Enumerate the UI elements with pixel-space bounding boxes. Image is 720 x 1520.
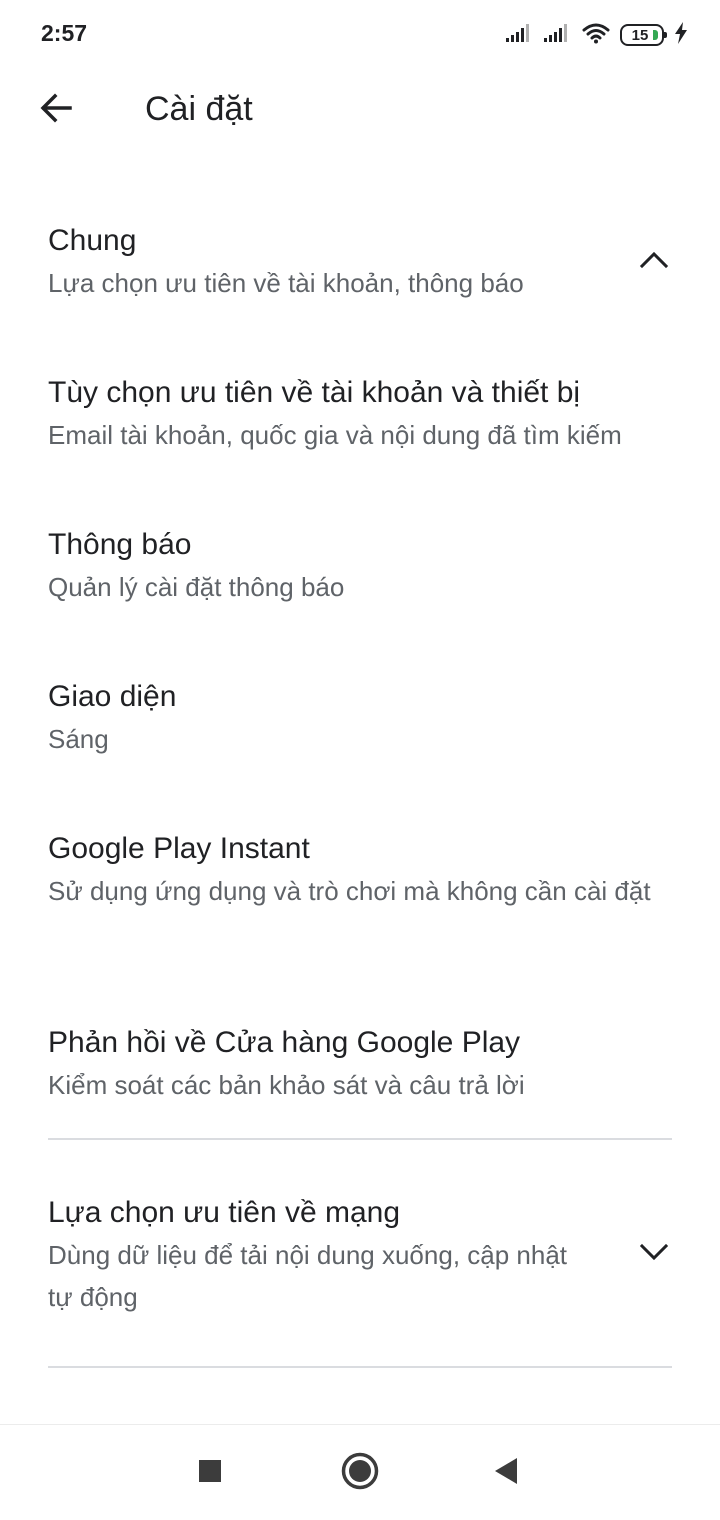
chevron-up-icon[interactable] — [638, 244, 670, 276]
section-title: Lựa chọn ưu tiên về mạng — [48, 1196, 401, 1229]
battery-icon: 15 — [620, 24, 667, 46]
item-subtitle: Sử dụng ứng dụng và trò chơi mà không cầ… — [48, 876, 651, 906]
status-bar: 2:57 15 — [0, 0, 720, 70]
page-title: Cài đặt — [145, 90, 253, 128]
item-title: Google Play Instant — [48, 832, 310, 865]
list-item-feedback[interactable]: Phản hồi về Cửa hàng Google Play Kiểm so… — [0, 1002, 720, 1138]
list-item-notifications[interactable]: Thông báo Quản lý cài đặt thông báo — [0, 504, 720, 656]
signal-icon — [506, 23, 534, 48]
battery-cap — [664, 32, 667, 38]
section-title: Chung — [48, 224, 137, 257]
triangle-back-icon — [493, 1456, 519, 1491]
system-nav-bar — [0, 1424, 720, 1520]
item-subtitle: Sáng — [48, 724, 109, 754]
status-icons: 15 — [506, 21, 688, 49]
item-title: Phản hồi về Cửa hàng Google Play — [48, 1026, 521, 1059]
app-bar: Cài đặt — [0, 70, 720, 150]
back-button[interactable] — [28, 82, 84, 138]
settings-screen: 2:57 15 Cài đặt Chung Lựa chọn ưu tiên v… — [0, 0, 720, 1520]
list-item-account-device[interactable]: Tùy chọn ưu tiên về tài khoản và thiết b… — [0, 352, 720, 504]
home-button[interactable] — [336, 1449, 384, 1497]
settings-list: Chung Lựa chọn ưu tiên về tài khoản, thô… — [0, 200, 720, 1368]
section-subtitle: Lựa chọn ưu tiên về tài khoản, thông báo — [48, 268, 524, 298]
signal-icon — [544, 23, 572, 48]
battery-level: 15 — [631, 26, 649, 44]
item-title: Giao diện — [48, 680, 177, 713]
status-time: 2:57 — [41, 20, 88, 46]
section-subtitle: Dùng dữ liệu để tải nội dung xuống, cập … — [48, 1240, 568, 1312]
arrow-back-icon — [38, 90, 74, 131]
item-subtitle: Quản lý cài đặt thông báo — [48, 572, 345, 602]
square-icon — [198, 1459, 222, 1488]
circle-icon — [340, 1451, 380, 1496]
charging-icon — [674, 21, 688, 49]
wifi-icon — [582, 22, 610, 49]
chevron-down-icon[interactable] — [638, 1236, 670, 1268]
divider — [48, 1366, 672, 1368]
section-general[interactable]: Chung Lựa chọn ưu tiên về tài khoản, thô… — [0, 200, 720, 352]
list-item-play-instant[interactable]: Google Play Instant Sử dụng ứng dụng và … — [0, 808, 720, 1002]
system-back-button[interactable] — [482, 1449, 530, 1497]
list-item-theme[interactable]: Giao diện Sáng — [0, 656, 720, 808]
section-network[interactable]: Lựa chọn ưu tiên về mạng Dùng dữ liệu để… — [0, 1140, 720, 1366]
battery-fill — [653, 30, 658, 40]
item-title: Thông báo — [48, 528, 192, 561]
item-subtitle: Email tài khoản, quốc gia và nội dung đã… — [48, 420, 622, 450]
item-subtitle: Kiểm soát các bản khảo sát và câu trả lờ… — [48, 1070, 525, 1100]
recents-button[interactable] — [186, 1449, 234, 1497]
item-title: Tùy chọn ưu tiên về tài khoản và thiết b… — [48, 376, 581, 409]
